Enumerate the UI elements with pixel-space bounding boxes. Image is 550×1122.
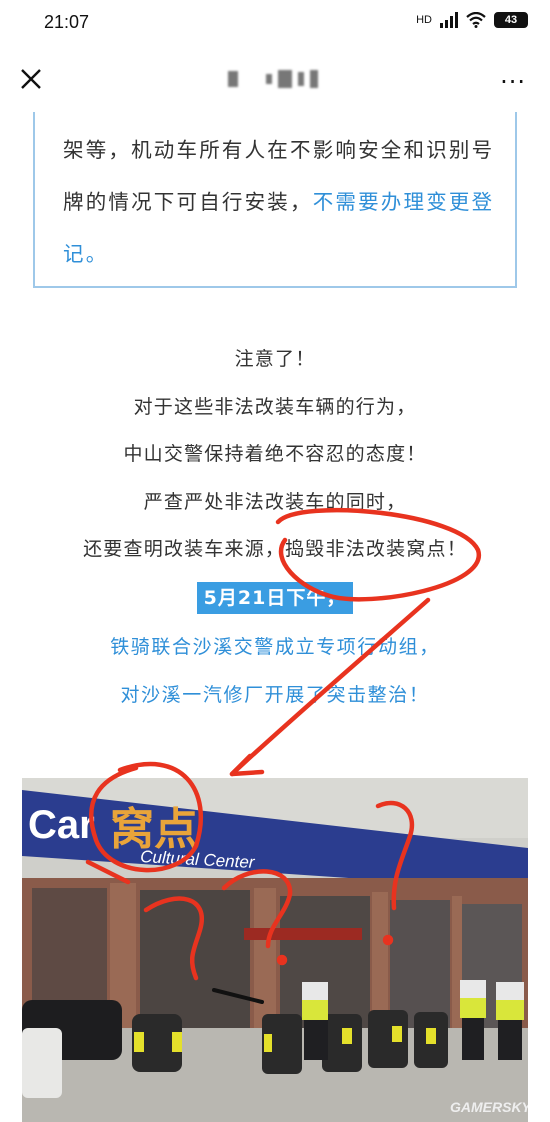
status-bar: 21:07 HD 43 — [0, 0, 550, 48]
watermark: GAMERSKY — [450, 1099, 528, 1115]
status-icons: HD 43 — [416, 12, 528, 28]
article-center-text: 注意了！ 对于这些非法改装车辆的行为， 中山交警保持着绝不容忍的态度！ 严查严处… — [0, 336, 550, 574]
blue-line: 铁骑联合沙溪交警成立专项行动组， — [110, 636, 440, 658]
date-banner: 5月21日下午， — [197, 582, 353, 614]
photo-scene: Car 窝点 Cultural Center GAMERSKY — [22, 778, 528, 1122]
article-photo: Car 窝点 Cultural Center GAMERSKY — [22, 778, 528, 1122]
notice-box: 架等，机动车所有人在不影响安全和识别号牌的情况下可自行安装，不需要办理变更登记。 — [33, 112, 517, 288]
notice-text: 架等，机动车所有人在不影响安全和识别号牌的情况下可自行安装，不需要办理变更登记。 — [63, 124, 503, 280]
wifi-icon — [466, 12, 486, 28]
article-line: 中山交警保持着绝不容忍的态度！ — [123, 443, 427, 465]
nav-bar: ··· — [0, 48, 550, 112]
signal-icon — [440, 12, 458, 28]
hd-label: HD — [416, 14, 432, 26]
article-line: 还要查明改装车来源，捣毁非法改装窝点！ — [83, 538, 467, 560]
status-time: 21:07 — [44, 12, 90, 32]
blue-line: 对沙溪一汽修厂开展了突击整治！ — [120, 684, 430, 706]
article-line: 注意了！ — [234, 348, 316, 370]
sign-car-text: Car — [28, 803, 95, 847]
more-icon[interactable]: ··· — [500, 68, 526, 96]
battery-icon: 43 — [494, 12, 528, 28]
account-name-blurred — [228, 70, 318, 88]
article-line: 严查严处非法改装车的同时， — [143, 490, 407, 513]
article-line: 对于这些非法改装车辆的行为， — [133, 395, 417, 418]
close-icon[interactable] — [16, 64, 46, 94]
